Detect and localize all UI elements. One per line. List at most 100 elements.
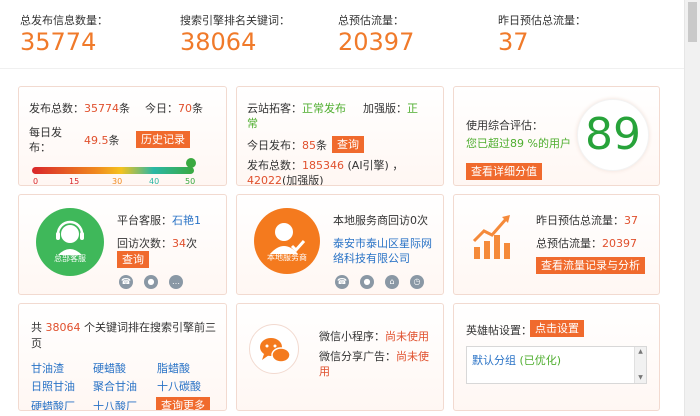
score-beat-row: 您已超过89 %的用户 <box>466 135 571 151</box>
phone-icon[interactable]: ☎ <box>119 275 133 289</box>
cloud-enhanced-value-2: 常 <box>247 117 258 130</box>
score-card: 使用综合评估： 您已超过89 %的用户 查看详细分值 89 <box>453 86 660 186</box>
keyword-count: 38064 <box>45 321 81 334</box>
cloud-total-row: 发布总数：185346 (AI引擎) ， <box>247 159 404 172</box>
score-circle: 89 <box>577 99 649 171</box>
wechat-mini-value: 尚未使用 <box>385 330 429 343</box>
listbox-scrollbar[interactable]: ▲ ▼ <box>634 347 646 383</box>
cloud-enhanced-row: 加强版：正 <box>363 100 418 116</box>
group-item[interactable]: 默认分组 (已优化) <box>472 352 561 368</box>
cloud-card: 云站拓客：正常发布 加强版：正 常 今日发布：85条 查询 发布总数：18534… <box>236 86 444 186</box>
gauge-tick: 0 <box>33 177 39 186</box>
publish-total-row: 发布总数：35774条 <box>29 100 130 116</box>
local-visits-text: 本地服务商回访0次 <box>333 214 428 227</box>
chat-icon[interactable]: … <box>169 275 183 289</box>
clock-icon[interactable]: ◷ <box>410 275 424 289</box>
support-visits-row: 回访次数：34次 <box>117 235 197 251</box>
support-visits-unit: 次 <box>186 237 197 250</box>
scroll-down-icon[interactable]: ▼ <box>635 373 646 383</box>
cloud-expand-row: 云站拓客：正常发布 <box>247 100 346 116</box>
cloud-expand-value: 正常发布 <box>302 102 346 115</box>
history-button[interactable]: 历史记录 <box>136 131 190 148</box>
traffic-total-label: 总预估流量： <box>536 237 602 250</box>
publish-card: 发布总数：35774条 今日：70条 每日发 布： 49.5条 历史记录 0 1… <box>18 86 227 186</box>
page-scroll-thumb[interactable] <box>688 2 697 42</box>
traffic-detail-button[interactable]: 查看流量记录与分析 <box>536 257 645 274</box>
wechat-mini-row: 微信小程序：尚未使用 <box>319 328 429 344</box>
support-caption: 总部客服 <box>54 254 86 263</box>
keyword-link[interactable]: 硬蜡酸厂 <box>31 398 75 410</box>
group-status: (已优化) <box>519 354 562 367</box>
traffic-card: 昨日预估总流量：37 总预估流量：20397 查看流量记录与分析 <box>453 194 660 295</box>
post-card: 英雄帖设置： 点击设置 默认分组 (已优化) ▲ ▼ <box>453 303 660 411</box>
group-listbox[interactable]: 默认分组 (已优化) ▲ ▼ <box>466 346 647 384</box>
cloud-today-row: 今日发布：85条 <box>247 137 327 153</box>
cloud-total-note: (AI引擎) <box>347 159 389 172</box>
cloud-today-unit: 条 <box>316 139 327 152</box>
stat-value-yesterday-traffic: 37 <box>498 28 529 56</box>
wechat-share-value-2: 用 <box>319 365 330 378</box>
score-beat-text-2: %的用户 <box>527 137 571 150</box>
gauge-tick: 30 <box>112 177 123 186</box>
local-company-link[interactable]: 泰安市泰山区星际网 <box>333 235 432 251</box>
cloud-enhanced-label: 加强版： <box>363 102 407 115</box>
keyword-suffix-2: 页 <box>31 337 42 350</box>
support-service-label: 平台客服： <box>117 214 172 227</box>
gauge-tick: 15 <box>69 177 80 186</box>
stat-label-total-info: 总发布信息数量： <box>20 14 108 27</box>
cloud-today-value: 85 <box>302 139 316 152</box>
keyword-link[interactable]: 十八酸厂 <box>93 398 137 410</box>
daily-unit: 条 <box>108 134 120 147</box>
cloud-query-button[interactable]: 查询 <box>332 136 364 153</box>
home-icon[interactable]: ⌂ <box>385 275 399 289</box>
scroll-up-icon[interactable]: ▲ <box>635 347 646 357</box>
support-query-button[interactable]: 查询 <box>117 251 149 268</box>
headset-icon <box>56 220 84 255</box>
stat-label-yesterday-traffic: 昨日预估总流量： <box>498 14 586 27</box>
publish-today-label: 今日： <box>145 102 178 115</box>
keyword-link[interactable]: 聚合甘油 <box>93 378 137 394</box>
keyword-link[interactable]: 硬蜡酸 <box>93 360 126 376</box>
local-card: 本地服务商 本地服务商回访0次 泰安市泰山区星际网 络科技有限公司 ☎ ● ⌂ … <box>236 194 444 295</box>
cloud-expand-label: 云站拓客： <box>247 102 302 115</box>
support-avatar <box>36 208 104 276</box>
cloud-total-row-2: 42022(加强版) <box>247 172 324 185</box>
growth-chart-icon <box>472 215 510 259</box>
publish-today-unit: 条 <box>192 102 203 115</box>
stat-value-keywords: 38064 <box>180 28 257 56</box>
phone-icon[interactable]: ☎ <box>335 275 349 289</box>
page-scrollbar[interactable] <box>684 0 700 416</box>
stat-label-keywords: 搜索引擎排名关键词： <box>180 14 290 27</box>
traffic-total-row: 总预估流量：20397 <box>536 235 637 251</box>
qq-icon[interactable]: ● <box>144 275 158 289</box>
keyword-link[interactable]: 日照甘油 <box>31 378 75 394</box>
wechat-share-label: 微信分享广告： <box>319 350 396 363</box>
support-service-row: 平台客服：石艳1 <box>117 212 201 228</box>
daily-value: 49.5 <box>84 134 109 147</box>
support-service-value[interactable]: 石艳1 <box>172 214 201 227</box>
traffic-yesterday-value: 37 <box>624 214 638 227</box>
local-company-link-2[interactable]: 络科技有限公司 <box>333 250 410 266</box>
cloud-enhanced-value: 正 <box>407 102 418 115</box>
score-detail-button[interactable]: 查看详细分值 <box>466 163 542 180</box>
keyword-summary: 共 38064 个关键词排在搜索引擎前三 <box>31 319 216 335</box>
local-caption: 本地服务商 <box>267 253 307 262</box>
keyword-suffix: 个关键词排在搜索引擎前三 <box>84 321 216 334</box>
qq-icon[interactable]: ● <box>360 275 374 289</box>
keyword-link[interactable]: 十八碳酸 <box>157 378 201 394</box>
wechat-card: 微信小程序：尚未使用 微信分享广告：尚未使 用 <box>236 303 444 411</box>
gauge-marker-stem <box>190 165 192 171</box>
wechat-share-value: 尚未使 <box>396 350 429 363</box>
keyword-prefix: 共 <box>31 321 42 334</box>
score-beat-text: 您已超过 <box>466 137 510 150</box>
publish-today-row: 今日：70条 <box>145 100 203 116</box>
keyword-more-button[interactable]: 查询更多 <box>156 397 210 410</box>
daily-value-row: 49.5条 <box>84 132 120 148</box>
daily-label: 每日发 <box>29 126 62 139</box>
post-set-button[interactable]: 点击设置 <box>530 320 584 337</box>
keyword-link[interactable]: 甘油渣 <box>31 360 64 376</box>
keyword-link[interactable]: 脂蜡酸 <box>157 360 190 376</box>
divider <box>0 68 700 69</box>
traffic-yesterday-label: 昨日预估总流量： <box>536 214 624 227</box>
stat-value-total-info: 35774 <box>20 28 97 56</box>
